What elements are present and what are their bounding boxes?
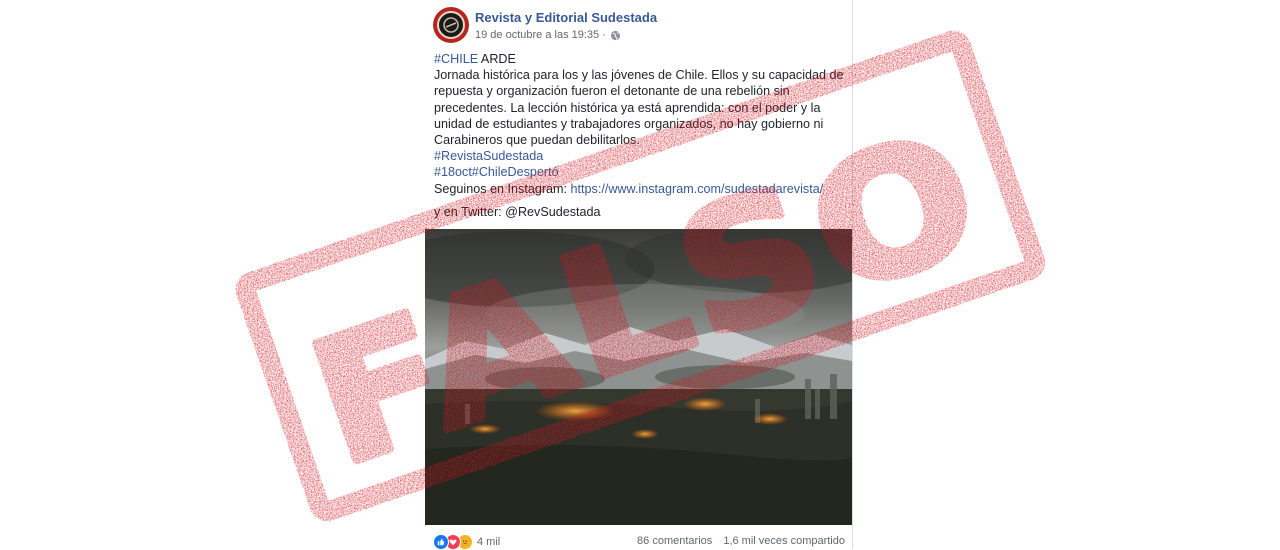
page-avatar[interactable] — [433, 7, 469, 43]
post-meta: 19 de octubre a las 19:35 · — [475, 29, 621, 41]
post-text-line: Jornada histórica para los y las jóvenes… — [434, 68, 844, 83]
facebook-post: Revista y Editorial Sudestada 19 de octu… — [425, 0, 853, 550]
comments-count[interactable]: 86 comentarios — [637, 535, 712, 547]
post-text: #CHILE ARDE Jornada histórica para los y… — [434, 51, 844, 197]
post-photo[interactable] — [425, 229, 852, 525]
post-text-line: unidad de estudiantes y trabajadores org… — [434, 116, 824, 131]
instagram-prefix: Seguinos en Instagram: — [434, 181, 571, 196]
hashtag-chile[interactable]: #CHILE — [434, 52, 478, 66]
like-icon — [433, 534, 449, 550]
reactions[interactable]: 4 mil — [433, 534, 500, 550]
logo-icon — [437, 11, 465, 39]
hashtag-revista-sudestada[interactable]: #RevistaSudestada — [434, 148, 844, 164]
globe-icon[interactable] — [610, 30, 621, 41]
post-text-line: Carabineros que puedan debilitarlos. — [434, 133, 640, 148]
post-divider — [852, 0, 853, 549]
instagram-link[interactable]: https://www.instagram.com/sudestadarevis… — [571, 182, 824, 196]
twitter-line: y en Twitter: @RevSudestada — [434, 205, 601, 219]
post-text-line: repuesta y organización fueron el detona… — [434, 84, 790, 99]
hashtag-18oct[interactable]: #18oct#ChileDespertó — [434, 164, 844, 180]
page-name-link[interactable]: Revista y Editorial Sudestada — [475, 10, 657, 25]
post-text-line: ARDE — [478, 52, 516, 66]
reactions-count[interactable]: 4 mil — [477, 536, 500, 548]
post-timestamp[interactable]: 19 de octubre a las 19:35 · — [475, 29, 606, 41]
post-text-line: precedentes. La lección histórica ya est… — [434, 100, 821, 115]
shares-count[interactable]: 1,6 mil veces compartido — [723, 535, 845, 547]
